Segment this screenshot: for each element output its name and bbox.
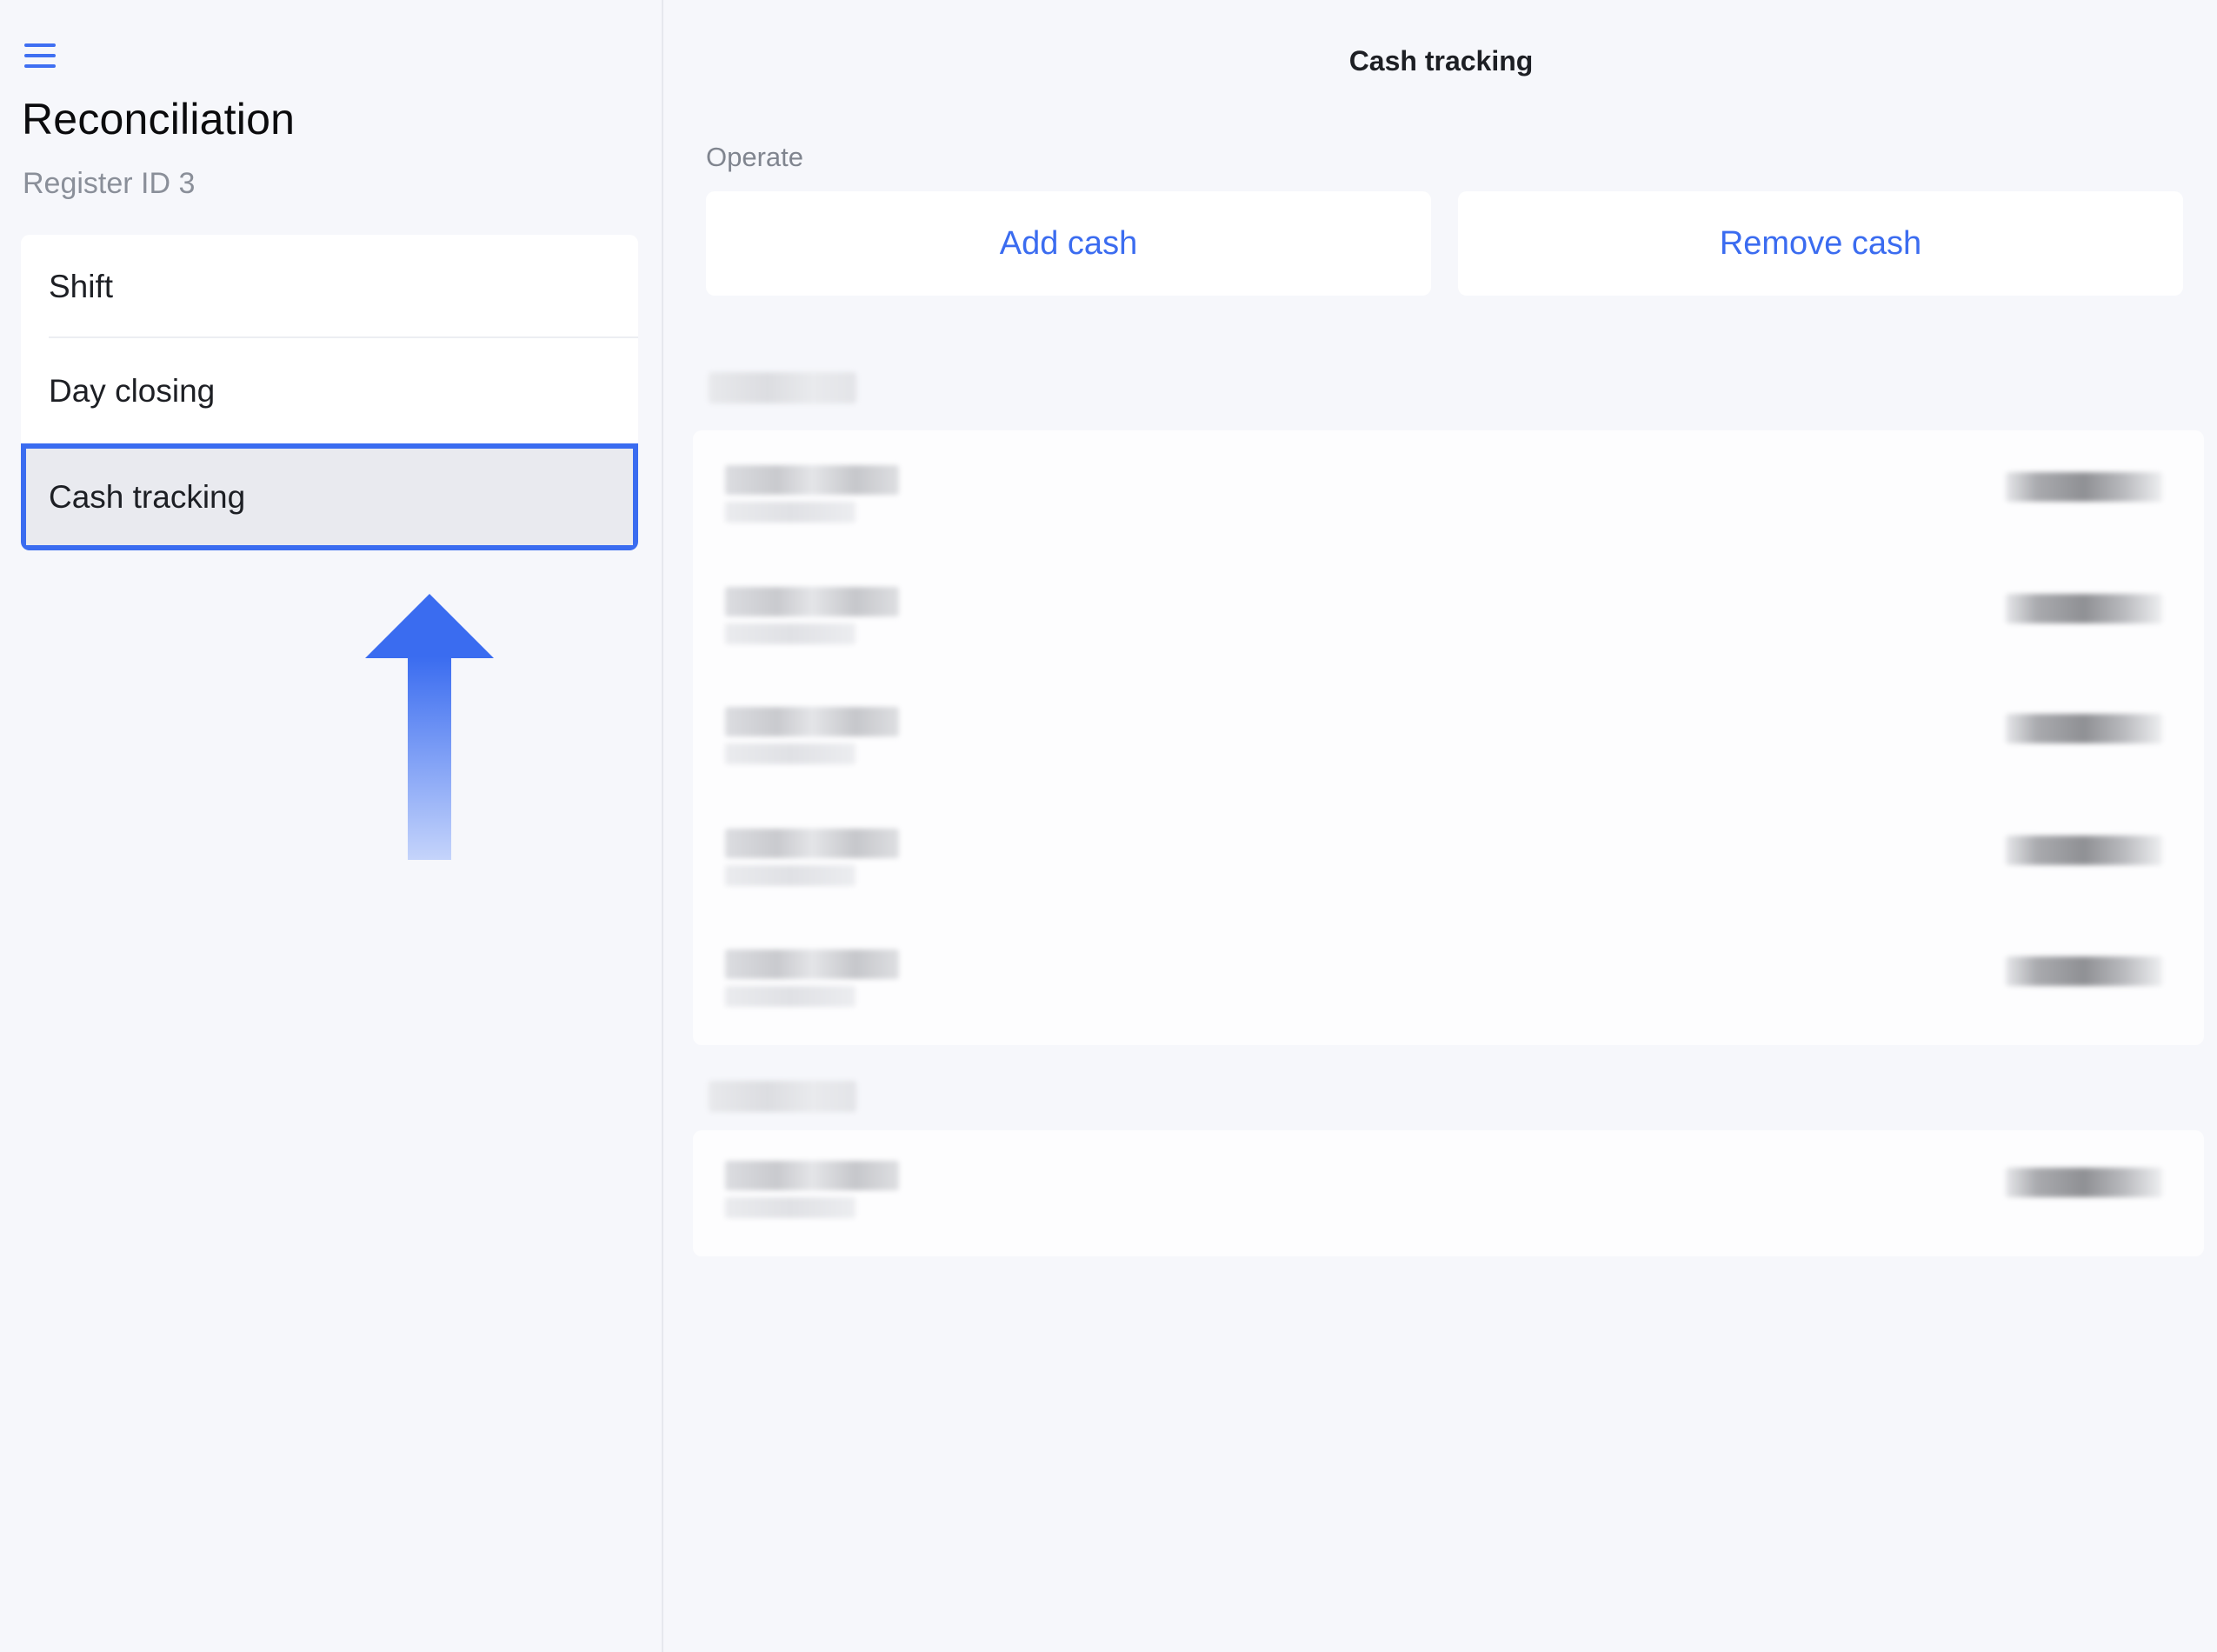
remove-cash-button[interactable]: Remove cash [1458,191,2183,296]
header-title: Cash tracking [1348,45,1534,77]
redacted-transaction-amount [2006,956,2162,986]
sidebar-item-label: Day closing [49,373,216,409]
transaction-row[interactable] [693,923,2204,1045]
sidebar-item-day-closing[interactable]: Day closing [21,339,638,443]
redacted-group-label [709,372,856,403]
redacted-transaction-time [725,865,856,886]
page-title: Reconciliation [22,95,296,143]
transaction-row[interactable] [693,1135,2204,1256]
redacted-transaction-title [725,587,899,616]
sidebar-item-label: Cash tracking [49,478,246,515]
operate-section-label: Operate [706,142,804,172]
redacted-transaction-title [725,465,899,495]
redacted-transaction-amount [2006,714,2162,743]
transaction-group-card [693,1130,2204,1256]
redacted-transaction-time [725,986,856,1007]
sidebar-item-label: Shift [49,269,114,304]
app: Reconciliation Register ID 3 Shift Day c… [0,0,2217,1652]
register-id-label: Register ID 3 [23,167,196,200]
hamburger-menu-icon[interactable] [23,43,57,71]
sidebar-item-shift[interactable]: Shift [21,235,638,339]
redacted-transaction-time [725,743,856,764]
redacted-transaction-title [725,829,899,858]
sidebar: Reconciliation Register ID 3 Shift Day c… [0,0,663,1652]
transaction-row[interactable] [693,681,2204,803]
transaction-row[interactable] [693,439,2204,561]
redacted-group-label [709,1081,856,1112]
redacted-transaction-time [725,623,856,644]
sidebar-item-cash-tracking[interactable]: Cash tracking [21,443,638,550]
redacted-transaction-amount [2006,836,2162,865]
main-panel: Cash tracking Operate Add cash Remove ca… [665,0,2217,1652]
redacted-transaction-title [725,949,899,979]
transaction-row[interactable] [693,803,2204,924]
nav-list: Shift Day closing Cash tracking [21,235,638,550]
redacted-transaction-amount [2006,472,2162,502]
redacted-transaction-amount [2006,1168,2162,1197]
transaction-group-card [693,430,2204,1045]
add-cash-button[interactable]: Add cash [706,191,1431,296]
up-arrow-icon [365,594,494,860]
transaction-row[interactable] [693,561,2204,683]
redacted-transaction-title [725,1161,899,1190]
redacted-transaction-amount [2006,594,2162,623]
redacted-transaction-title [725,707,899,736]
divider [49,336,638,338]
redacted-transaction-time [725,502,856,523]
redacted-transaction-time [725,1197,856,1218]
